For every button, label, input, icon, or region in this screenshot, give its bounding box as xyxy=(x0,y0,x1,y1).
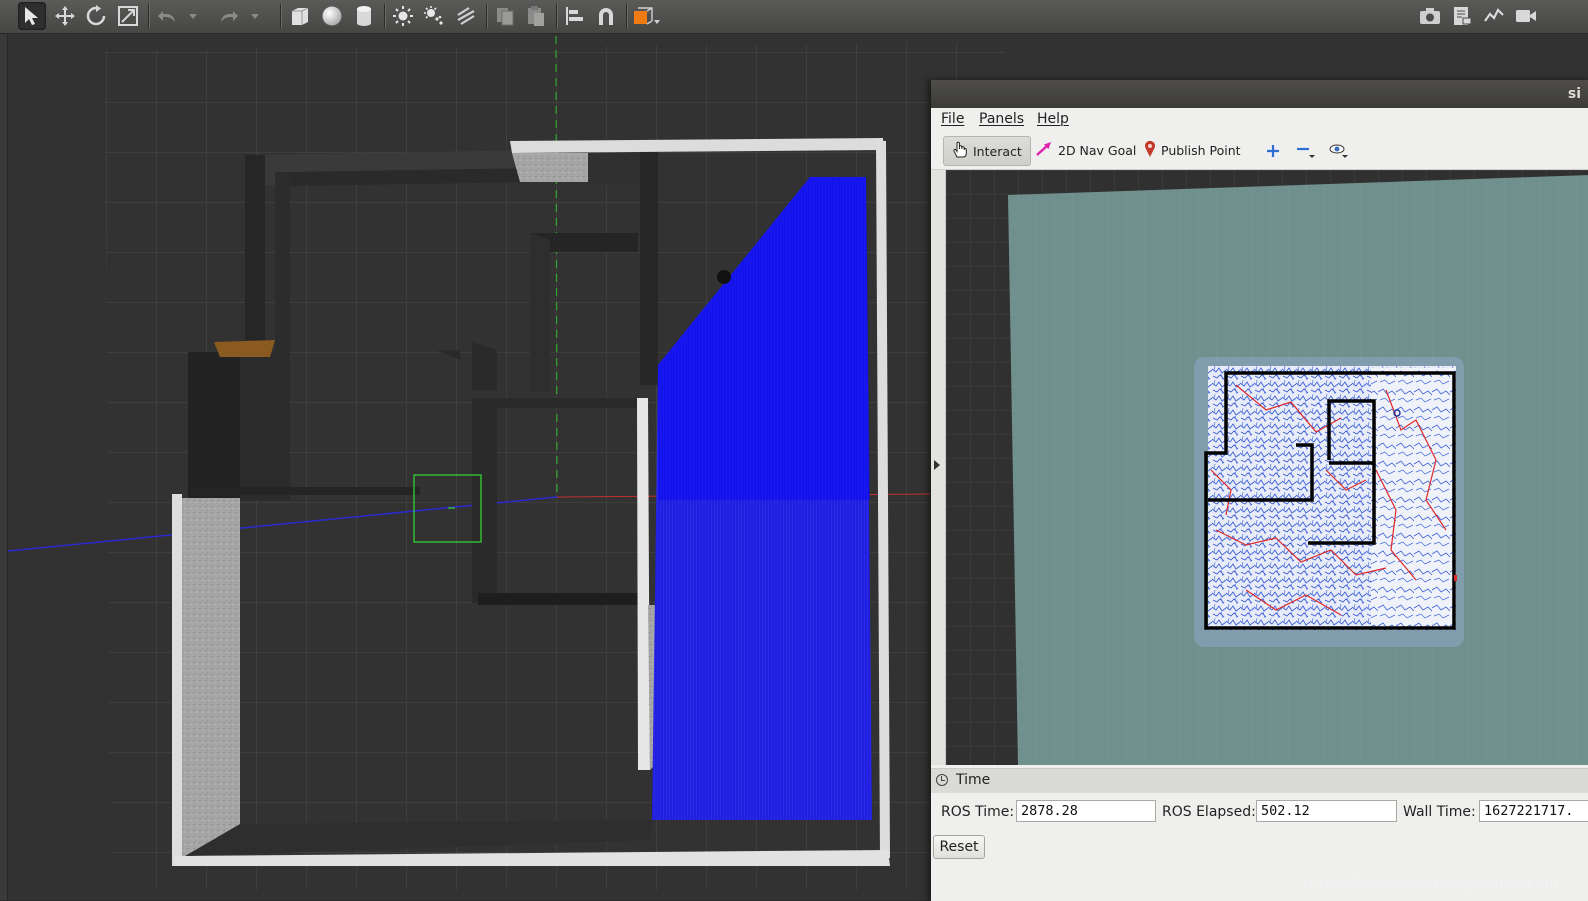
rviz-titlebar[interactable]: si xyxy=(931,80,1588,108)
toolbar-separator xyxy=(626,4,627,28)
pin-icon xyxy=(1144,140,1156,161)
robot-model xyxy=(717,270,731,284)
scale-icon[interactable] xyxy=(114,2,142,30)
window-title: si xyxy=(1567,86,1581,102)
reset-button[interactable]: Reset xyxy=(933,835,985,859)
watermark-text: https://blog.csdn.net/gwplovekimi xyxy=(1303,874,1558,892)
toolbar-separator xyxy=(486,4,487,28)
publish-point-tool-button[interactable]: Publish Point xyxy=(1136,136,1249,164)
nav-goal-arrow-icon xyxy=(1035,141,1053,160)
wall-time-field[interactable]: 1627221717. xyxy=(1479,800,1588,822)
time-panel-title: Time xyxy=(956,772,991,788)
interact-tool-label: Interact xyxy=(973,143,1022,159)
minus-icon[interactable] xyxy=(1293,139,1317,163)
box-icon[interactable] xyxy=(286,2,314,30)
translate-icon[interactable] xyxy=(51,2,79,30)
clock-icon xyxy=(936,774,948,786)
menu-help[interactable]: Help xyxy=(1037,111,1069,127)
chevron-right-icon xyxy=(934,460,940,470)
rviz-3d-view[interactable] xyxy=(946,170,1588,765)
menu-panels[interactable]: Panels xyxy=(979,111,1024,127)
plus-icon[interactable] xyxy=(1261,139,1285,163)
ros-elapsed-field[interactable]: 502.12 xyxy=(1256,800,1397,822)
undo-dropdown-icon[interactable] xyxy=(186,2,200,30)
sphere-icon[interactable] xyxy=(318,2,346,30)
ros-time-label: ROS Time: xyxy=(941,804,1015,820)
paste-icon[interactable] xyxy=(522,2,550,30)
video-record-icon[interactable] xyxy=(1512,2,1540,30)
screenshot-icon[interactable] xyxy=(1416,2,1444,30)
redo-dropdown-icon[interactable] xyxy=(248,2,262,30)
eye-icon[interactable] xyxy=(1327,139,1351,163)
copy-icon[interactable] xyxy=(491,2,519,30)
redo-icon[interactable] xyxy=(215,2,243,30)
hand-icon xyxy=(952,141,968,162)
nav-goal-tool-label: 2D Nav Goal xyxy=(1058,142,1137,158)
gazebo-toolbar xyxy=(0,0,1588,34)
explored-map xyxy=(1204,366,1457,630)
change-view-icon[interactable] xyxy=(630,2,664,30)
snap-magnet-icon[interactable] xyxy=(592,2,620,30)
spot-light-icon[interactable] xyxy=(420,2,448,30)
toolbar-separator xyxy=(148,4,149,28)
toolbar-separator xyxy=(384,4,385,28)
toolbar-separator xyxy=(556,4,557,28)
rviz-render-area xyxy=(931,170,1588,765)
plot-icon[interactable] xyxy=(1480,2,1508,30)
ros-elapsed-label: ROS Elapsed: xyxy=(1162,804,1256,820)
ros-time-field[interactable]: 2878.28 xyxy=(1016,800,1156,822)
gazebo-left-panel-handle[interactable] xyxy=(0,34,8,900)
menu-file[interactable]: File xyxy=(941,111,964,127)
log-icon[interactable] xyxy=(1448,2,1476,30)
nav-goal-tool-button[interactable]: 2D Nav Goal xyxy=(1027,136,1144,164)
time-panel-header: Time xyxy=(931,769,1588,793)
interact-tool-button[interactable]: Interact xyxy=(943,136,1031,166)
undo-icon[interactable] xyxy=(153,2,181,30)
rviz-window: si File Panels Help Interact 2D Nav Goal… xyxy=(930,80,1588,901)
toolbar-separator xyxy=(280,4,281,28)
rotate-icon[interactable] xyxy=(82,2,110,30)
align-icon[interactable] xyxy=(561,2,589,30)
rviz-toolbar: Interact 2D Nav Goal Publish Point xyxy=(931,133,1588,170)
panel-collapse-handle[interactable] xyxy=(931,170,946,765)
wall-time-label: Wall Time: xyxy=(1403,804,1476,820)
publish-point-tool-label: Publish Point xyxy=(1161,142,1241,158)
directional-light-icon[interactable] xyxy=(452,2,480,30)
select-arrow-icon[interactable] xyxy=(18,2,46,30)
cylinder-icon[interactable] xyxy=(350,2,378,30)
rviz-menubar: File Panels Help xyxy=(931,108,1588,132)
point-light-icon[interactable] xyxy=(389,2,417,30)
